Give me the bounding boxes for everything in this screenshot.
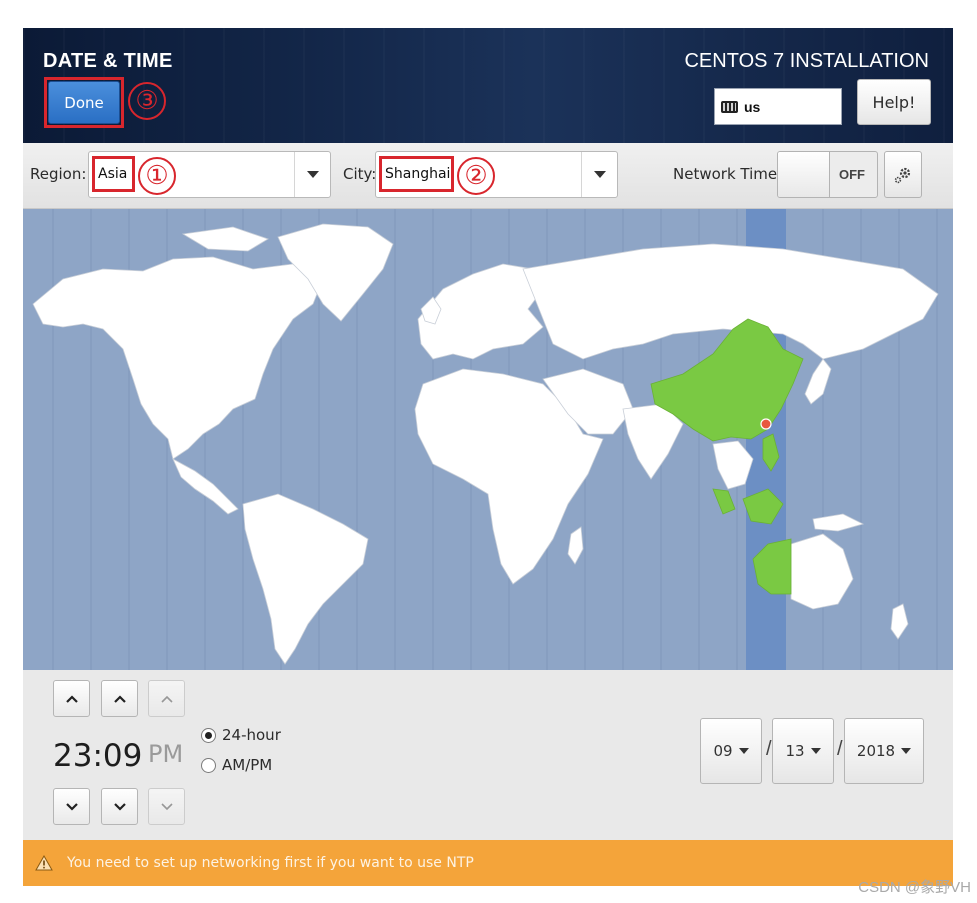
day-dropdown[interactable]: 13: [772, 718, 834, 784]
madagascar: [567, 526, 584, 565]
header-bar: DATE & TIME CENTOS 7 INSTALLATION Done ③…: [23, 28, 953, 143]
keyboard-layout-label: us: [744, 98, 761, 115]
caret-down-icon: [901, 748, 912, 754]
warning-icon: [35, 855, 53, 871]
chevron-up-icon: [65, 694, 78, 703]
chevron-down-icon[interactable]: [294, 152, 330, 197]
ampm-down-button[interactable]: [148, 788, 185, 825]
radio-selected-icon: [201, 727, 216, 743]
date-separator: /: [766, 738, 772, 760]
north-america: [32, 256, 324, 460]
chevron-up-icon: [113, 694, 126, 703]
keyboard-layout-indicator[interactable]: us: [714, 88, 842, 125]
installer-window: DATE & TIME CENTOS 7 INSTALLATION Done ③…: [23, 28, 953, 886]
year-value: 2018: [856, 742, 896, 760]
chevron-down-icon: [160, 802, 173, 810]
warning-text: You need to set up networking first if y…: [67, 855, 474, 871]
caret-down-icon: [810, 748, 821, 754]
arctic-islands: [181, 226, 269, 252]
continents: [32, 223, 939, 665]
hour-down-button[interactable]: [53, 788, 90, 825]
minute-up-button[interactable]: [101, 680, 138, 717]
format-ampm-radio[interactable]: AM/PM: [201, 756, 272, 774]
caret-down-icon: [738, 748, 749, 754]
month-value: 09: [713, 742, 733, 760]
network-time-state: OFF: [839, 167, 865, 182]
watermark: CSDN @象野VH: [858, 879, 971, 896]
timezone-map[interactable]: [23, 209, 953, 670]
city-value: Shanghai: [385, 166, 451, 182]
month-dropdown[interactable]: 09: [700, 718, 762, 784]
page-title: DATE & TIME: [43, 50, 173, 72]
switch-knob: [778, 152, 830, 197]
chevron-up-icon: [160, 695, 173, 703]
format-ampm-label: AM/PM: [222, 756, 273, 774]
network-time-switch[interactable]: OFF: [777, 151, 878, 198]
day-value: 13: [785, 742, 805, 760]
south-america: [242, 493, 369, 665]
ntp-settings-button[interactable]: [884, 151, 922, 198]
gear-icon: [894, 167, 911, 183]
help-button[interactable]: Help!: [857, 79, 931, 125]
minute-down-button[interactable]: [101, 788, 138, 825]
network-time-label: Network Time: [673, 165, 778, 183]
highlight-malaysia: [712, 488, 736, 515]
new-guinea: [812, 513, 865, 532]
annotation-number-2: ②: [457, 157, 495, 195]
region-value: Asia: [98, 166, 128, 182]
city-combobox[interactable]: Shanghai: [375, 151, 618, 198]
year-dropdown[interactable]: 2018: [844, 718, 924, 784]
annotation-number-3: ③: [128, 82, 166, 120]
format-24h-label: 24-hour: [222, 726, 281, 744]
done-button[interactable]: Done: [48, 81, 120, 124]
ampm-up-button[interactable]: [148, 680, 185, 717]
keyboard-icon: [721, 100, 738, 113]
hours-value: 23: [53, 738, 93, 774]
city-label: City:: [343, 165, 377, 183]
ampm-value: PM: [148, 740, 184, 768]
warning-bar: You need to set up networking first if y…: [23, 840, 953, 886]
time-controls: 23:09 PM 24-hour AM/PM 09 / 13 / 2018: [23, 670, 953, 840]
chevron-down-icon: [113, 802, 126, 811]
minutes-value: 09: [102, 738, 143, 774]
format-24h-radio[interactable]: 24-hour: [201, 726, 281, 744]
region-label: Region:: [30, 165, 87, 183]
timezone-toolbar: Region: Asia ① City: Shanghai ② Network …: [23, 143, 953, 209]
product-title: CENTOS 7 INSTALLATION: [684, 50, 929, 72]
radio-unselected-icon: [201, 757, 216, 773]
chevron-down-icon[interactable]: [581, 152, 617, 197]
date-separator: /: [837, 738, 843, 760]
new-zealand: [890, 603, 909, 640]
selected-city-marker[interactable]: [760, 418, 772, 430]
hour-up-button[interactable]: [53, 680, 90, 717]
time-display: 23:09: [53, 738, 143, 774]
world-map-svg[interactable]: [23, 209, 953, 670]
annotation-number-1: ①: [138, 157, 176, 195]
japan: [804, 358, 832, 405]
chevron-down-icon: [65, 802, 78, 811]
australia-east: [790, 533, 854, 610]
region-combobox[interactable]: Asia: [88, 151, 331, 198]
